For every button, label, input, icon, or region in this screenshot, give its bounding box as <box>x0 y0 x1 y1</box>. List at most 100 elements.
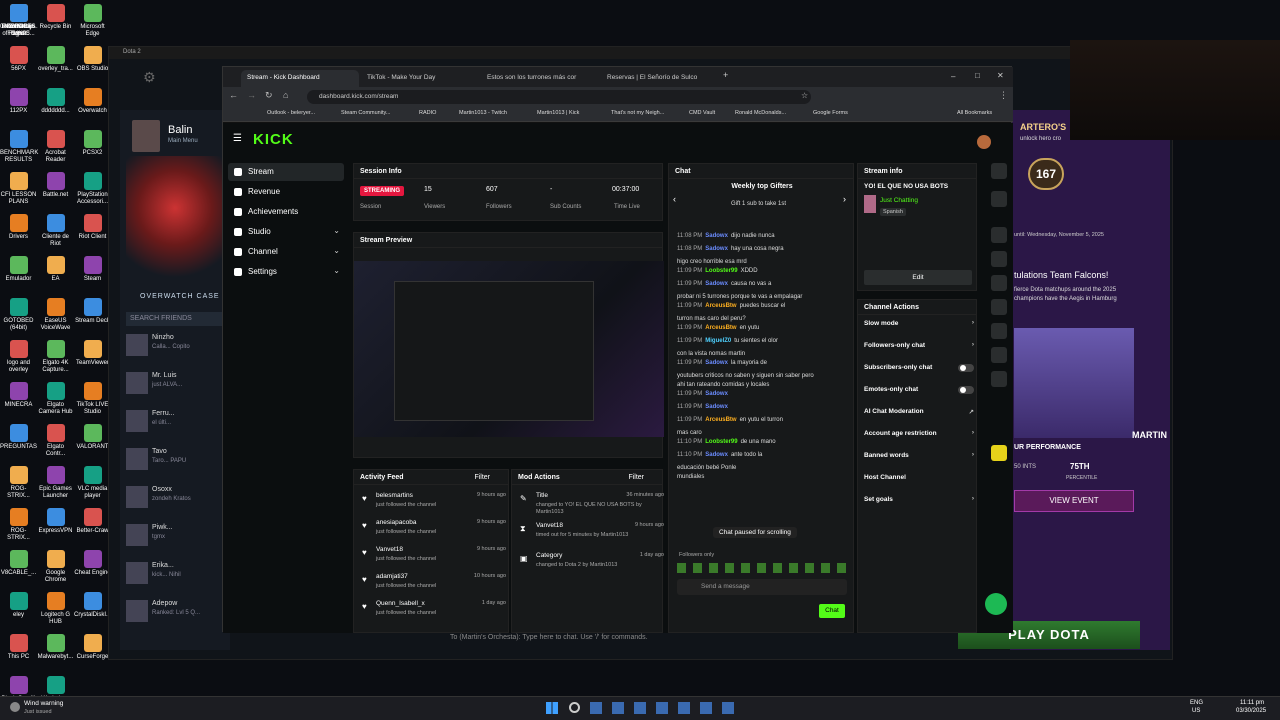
desktop-icon[interactable]: Battle.net <box>37 172 74 199</box>
bookmark-item[interactable]: All Bookmarks <box>957 110 992 116</box>
stream-preview-video[interactable] <box>354 261 664 437</box>
user-avatar[interactable] <box>977 135 991 149</box>
chat-message[interactable]: mas caro <box>677 429 855 438</box>
desktop-icon[interactable]: MINECRA <box>0 382 37 409</box>
chat-username[interactable]: Sadowx <box>705 281 728 287</box>
desktop-icon[interactable]: EA <box>37 256 74 283</box>
chat-message[interactable]: 11:08 PM Sadowx hay una cosa negra <box>677 245 855 254</box>
nav-item-studio[interactable]: Studio ⌄ <box>228 223 344 241</box>
bookmark-item[interactable]: Ronald McDonalds... <box>735 110 786 116</box>
desktop-icon[interactable]: Epic Games Launcher <box>37 466 74 500</box>
friend-row[interactable]: Adepow Ranked: Lvl 5 Q... <box>126 596 226 630</box>
friend-row[interactable]: Mr. Luis just ALVA... <box>126 368 226 402</box>
browser-tab[interactable]: Reservas | El Señorío de Sulco <box>601 70 719 87</box>
desktop-icon[interactable]: 112PX <box>0 88 37 115</box>
desktop-icon[interactable]: Overwatch <box>74 88 111 115</box>
channel-action-account-age-restriction[interactable]: Account age restriction › <box>864 429 978 442</box>
desktop-icon[interactable]: 56PX <box>0 46 37 73</box>
desktop-icon[interactable]: VLC media player <box>74 466 111 500</box>
chat-username[interactable]: ArceusBtw <box>705 417 736 423</box>
chat-message[interactable]: con la vista nomas martin <box>677 350 855 359</box>
desktop-icon[interactable]: Microsoft Edge <box>74 4 111 38</box>
bookmark-item[interactable]: Steam Community... <box>341 110 390 116</box>
close-icon[interactable]: ✕ <box>997 71 1004 80</box>
bookmark-item[interactable]: Outlook - beleryer... <box>267 110 315 116</box>
chat-username[interactable]: Sadowx <box>705 391 728 397</box>
support-icon[interactable] <box>985 593 1007 615</box>
edit-stream-button[interactable]: Edit <box>864 270 972 285</box>
chat-message[interactable]: ahi tan rateando comidas y locales <box>677 381 855 390</box>
friend-row[interactable]: Erika... kick... Nihil <box>126 558 226 592</box>
nav-item-achievements[interactable]: Achievements <box>228 203 344 221</box>
expand-icon[interactable] <box>991 227 1007 243</box>
url-input[interactable]: dashboard.kick.com/stream <box>307 90 811 104</box>
desktop-icon[interactable]: Acrobat Reader <box>37 130 74 164</box>
chat-send-button[interactable]: Chat <box>819 604 845 618</box>
chat-username[interactable]: MiguelZ0 <box>705 338 731 344</box>
prev-arrow-icon[interactable]: ‹ <box>673 194 676 204</box>
forward-icon[interactable]: → <box>247 90 256 100</box>
browser-tab[interactable]: Estos son los turrones más cor <box>481 70 599 87</box>
browser-tab[interactable]: TikTok - Make Your Day <box>361 70 479 87</box>
chat-username[interactable]: ArceusBtw <box>705 325 736 331</box>
avatar[interactable] <box>132 120 160 152</box>
activity-filter-button[interactable]: Filter <box>474 474 490 481</box>
desktop-icon[interactable]: eley <box>0 592 37 619</box>
panel-icon[interactable] <box>991 347 1007 363</box>
friend-row[interactable]: Osoxx zondeh Kratos <box>126 482 226 516</box>
chat-username[interactable]: ArceusBtw <box>705 303 736 309</box>
maximize-icon[interactable]: □ <box>975 71 980 80</box>
desktop-icon[interactable]: Peru trabajo <box>0 4 37 31</box>
desktop-icon[interactable]: Elgato Camera Hub <box>37 382 74 416</box>
chat-input[interactable]: Send a message <box>677 579 847 595</box>
desktop-icon[interactable]: TikTok LIVE Studio <box>74 382 111 416</box>
toggle-switch[interactable] <box>958 386 974 394</box>
wrench-icon[interactable] <box>991 371 1007 387</box>
friend-row[interactable]: Piwk... tgmx <box>126 520 226 554</box>
desktop-icon[interactable]: Cliente de Riot <box>37 214 74 248</box>
browser-tab[interactable]: Stream - Kick Dashboard <box>241 70 359 87</box>
chat-message[interactable]: 11:10 PM Loobster99 de una mano <box>677 438 855 447</box>
back-icon[interactable]: ← <box>229 90 238 100</box>
friend-row[interactable]: Ninzho Calla... Copito <box>126 330 226 364</box>
desktop-icon[interactable]: Cheat Engine <box>74 550 111 577</box>
chat-message[interactable]: 11:09 PM Sadowx la mayoria de <box>677 359 855 368</box>
clipboard-icon[interactable] <box>991 275 1007 291</box>
chat-paused-banner[interactable]: Chat paused for scrolling <box>713 527 797 538</box>
desktop-icon[interactable]: Emulador <box>0 256 37 283</box>
channel-action-set-goals[interactable]: Set goals › <box>864 495 978 508</box>
desktop-icon[interactable]: Google Chrome <box>37 550 74 584</box>
swap-icon[interactable] <box>991 323 1007 339</box>
reload-icon[interactable]: ↻ <box>265 90 273 101</box>
chat-message[interactable]: 11:09 PM Sadowx causa no vas a <box>677 280 855 289</box>
desktop-icon[interactable]: OBS Studio <box>74 46 111 73</box>
bookmark-item[interactable]: Google Forms <box>813 110 848 116</box>
new-tab-icon[interactable]: + <box>723 70 728 80</box>
channel-action-subscribers-only-chat[interactable]: Subscribers-only chat <box>864 364 978 376</box>
chat-bubble-icon[interactable] <box>991 299 1007 315</box>
bookmark-item[interactable]: Martin1013 - Twitch <box>459 110 507 116</box>
bookmark-item[interactable]: CMD Vault <box>689 110 715 116</box>
channel-action-host-channel[interactable]: Host Channel <box>864 474 978 486</box>
friend-row[interactable]: Tavo Taro... PAPU <box>126 444 226 478</box>
chat-message[interactable]: 11:10 PM Sadowx ante todo la <box>677 451 855 460</box>
desktop-icon[interactable]: ROG-STRIX... <box>0 466 37 500</box>
chat-message[interactable]: 11:08 PM Sadowx dijo nadie nunca <box>677 232 855 241</box>
pencil-icon[interactable] <box>991 191 1007 207</box>
next-arrow-icon[interactable]: › <box>843 194 846 204</box>
desktop-icon[interactable]: ddddddd... <box>37 88 74 115</box>
channel-action-emotes-only-chat[interactable]: Emotes-only chat <box>864 386 978 398</box>
desktop-icon[interactable]: CurseForge <box>74 634 111 661</box>
bookmark-item[interactable]: RADIO <box>419 110 436 116</box>
chat-message[interactable]: 11:09 PM Loobster99 XDDD <box>677 267 855 276</box>
category-name[interactable]: Just Chatting <box>880 197 918 204</box>
chat-message[interactable]: 11:09 PM ArceusBtw puedes buscar el <box>677 302 855 311</box>
channel-action-slow-mode[interactable]: Slow mode › <box>864 319 978 332</box>
desktop-icon[interactable]: This PC <box>0 634 37 661</box>
desktop-icon[interactable]: Riot Client <box>74 214 111 241</box>
kick-logo[interactable]: KICK <box>253 131 294 148</box>
desktop-icon[interactable]: PCSX2 <box>74 130 111 157</box>
nav-item-channel[interactable]: Channel ⌄ <box>228 243 344 261</box>
dota-chat-input[interactable]: To (Martin's Orchesta): Type here to cha… <box>450 634 790 641</box>
chat-username[interactable]: Loobster99 <box>705 268 737 274</box>
